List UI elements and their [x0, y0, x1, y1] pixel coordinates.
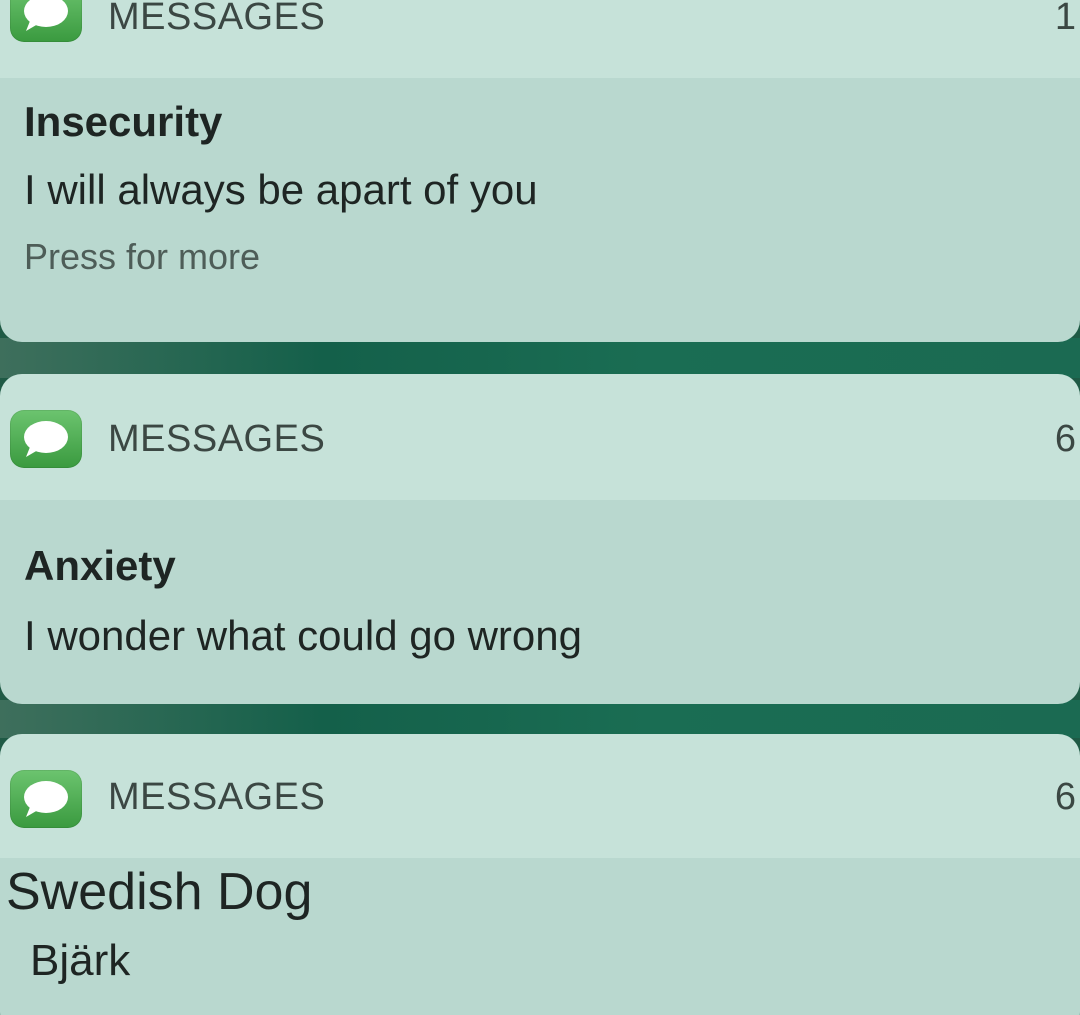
chat-bubble-icon: [24, 421, 68, 457]
sender-name: Swedish Dog: [6, 863, 313, 921]
chat-bubble-icon: [24, 781, 68, 817]
messages-app-icon: [10, 770, 82, 828]
notification-count: 1: [1054, 0, 1076, 38]
notification-header: MESSAGES 6: [0, 734, 1080, 858]
notification-content: Anxiety I wonder what could go wrong: [0, 500, 1080, 704]
sender-name: Anxiety: [24, 542, 176, 589]
sender-name: Insecurity: [24, 98, 223, 145]
notification-header: MESSAGES 6: [0, 374, 1080, 500]
app-name: MESSAGES: [108, 0, 326, 38]
messages-app-icon: [10, 410, 82, 468]
app-name: MESSAGES: [108, 776, 326, 818]
notification-card[interactable]: MESSAGES 6 Anxiety I wonder what could g…: [0, 374, 1080, 704]
message-preview: Bjärk: [30, 936, 131, 985]
background-gap: [0, 338, 1080, 378]
notification-content: Swedish Dog Bjärk: [0, 858, 1080, 1015]
notification-header: MESSAGES 1: [0, 0, 1080, 78]
chat-bubble-icon: [24, 0, 68, 31]
notification-content: Insecurity I will always be apart of you…: [0, 78, 1080, 342]
message-preview: I will always be apart of you: [24, 166, 538, 213]
notification-card[interactable]: MESSAGES 6 Swedish Dog Bjärk: [0, 734, 1080, 1015]
notification-count: 6: [1054, 776, 1076, 818]
messages-app-icon: [10, 0, 82, 42]
notification-count: 6: [1054, 418, 1076, 460]
background-gap: [0, 700, 1080, 738]
notification-card[interactable]: MESSAGES 1 Insecurity I will always be a…: [0, 0, 1080, 342]
press-for-more-hint: Press for more: [24, 236, 261, 277]
message-preview: I wonder what could go wrong: [24, 612, 582, 659]
app-name: MESSAGES: [108, 418, 326, 460]
